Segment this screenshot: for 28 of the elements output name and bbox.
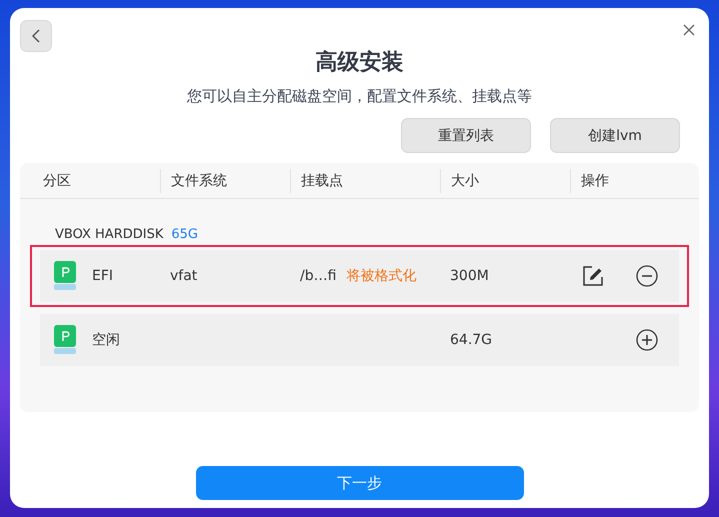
toolbar-button[interactable]: 重置列表 bbox=[401, 118, 531, 153]
column-header: 挂载点 bbox=[290, 168, 440, 192]
toolbar-button[interactable]: 创建lvm bbox=[550, 118, 680, 153]
mount-point-text: /b…fi bbox=[300, 268, 336, 284]
column-header: 文件系统 bbox=[160, 168, 290, 192]
partition-size: 64.7G bbox=[450, 332, 492, 348]
minus-circle-icon[interactable] bbox=[636, 265, 658, 287]
partition-row[interactable]: EFI vfat /b…fi 将被格式化 300M bbox=[30, 245, 689, 307]
column-header: 操作 bbox=[570, 168, 699, 192]
dialog-title: 高级安装 bbox=[314, 48, 404, 77]
column-header: 分区 bbox=[42, 172, 72, 190]
plus-circle-icon[interactable] bbox=[636, 329, 658, 351]
partition-size: 300M bbox=[450, 268, 489, 284]
filesystem-text: vfat bbox=[170, 268, 198, 284]
close-icon[interactable] bbox=[683, 24, 695, 36]
format-warning: 将被格式化 bbox=[346, 267, 416, 285]
partition-name: EFI bbox=[92, 268, 114, 284]
disk-name: VBOX HARDDISK bbox=[55, 226, 164, 242]
drive-icon bbox=[54, 261, 76, 291]
column-header: 大小 bbox=[440, 168, 570, 192]
dialog-subtitle: 您可以自主分配磁盘空间，配置文件系统、挂载点等 bbox=[186, 86, 533, 106]
drive-icon bbox=[54, 325, 76, 355]
chevron-left-icon bbox=[32, 29, 40, 43]
edit-icon[interactable] bbox=[582, 265, 604, 287]
back-button[interactable] bbox=[20, 20, 52, 52]
next-button[interactable]: 下一步 bbox=[196, 466, 524, 500]
partition-name: 空闲 bbox=[92, 331, 120, 349]
disk-size: 65G bbox=[171, 226, 198, 242]
